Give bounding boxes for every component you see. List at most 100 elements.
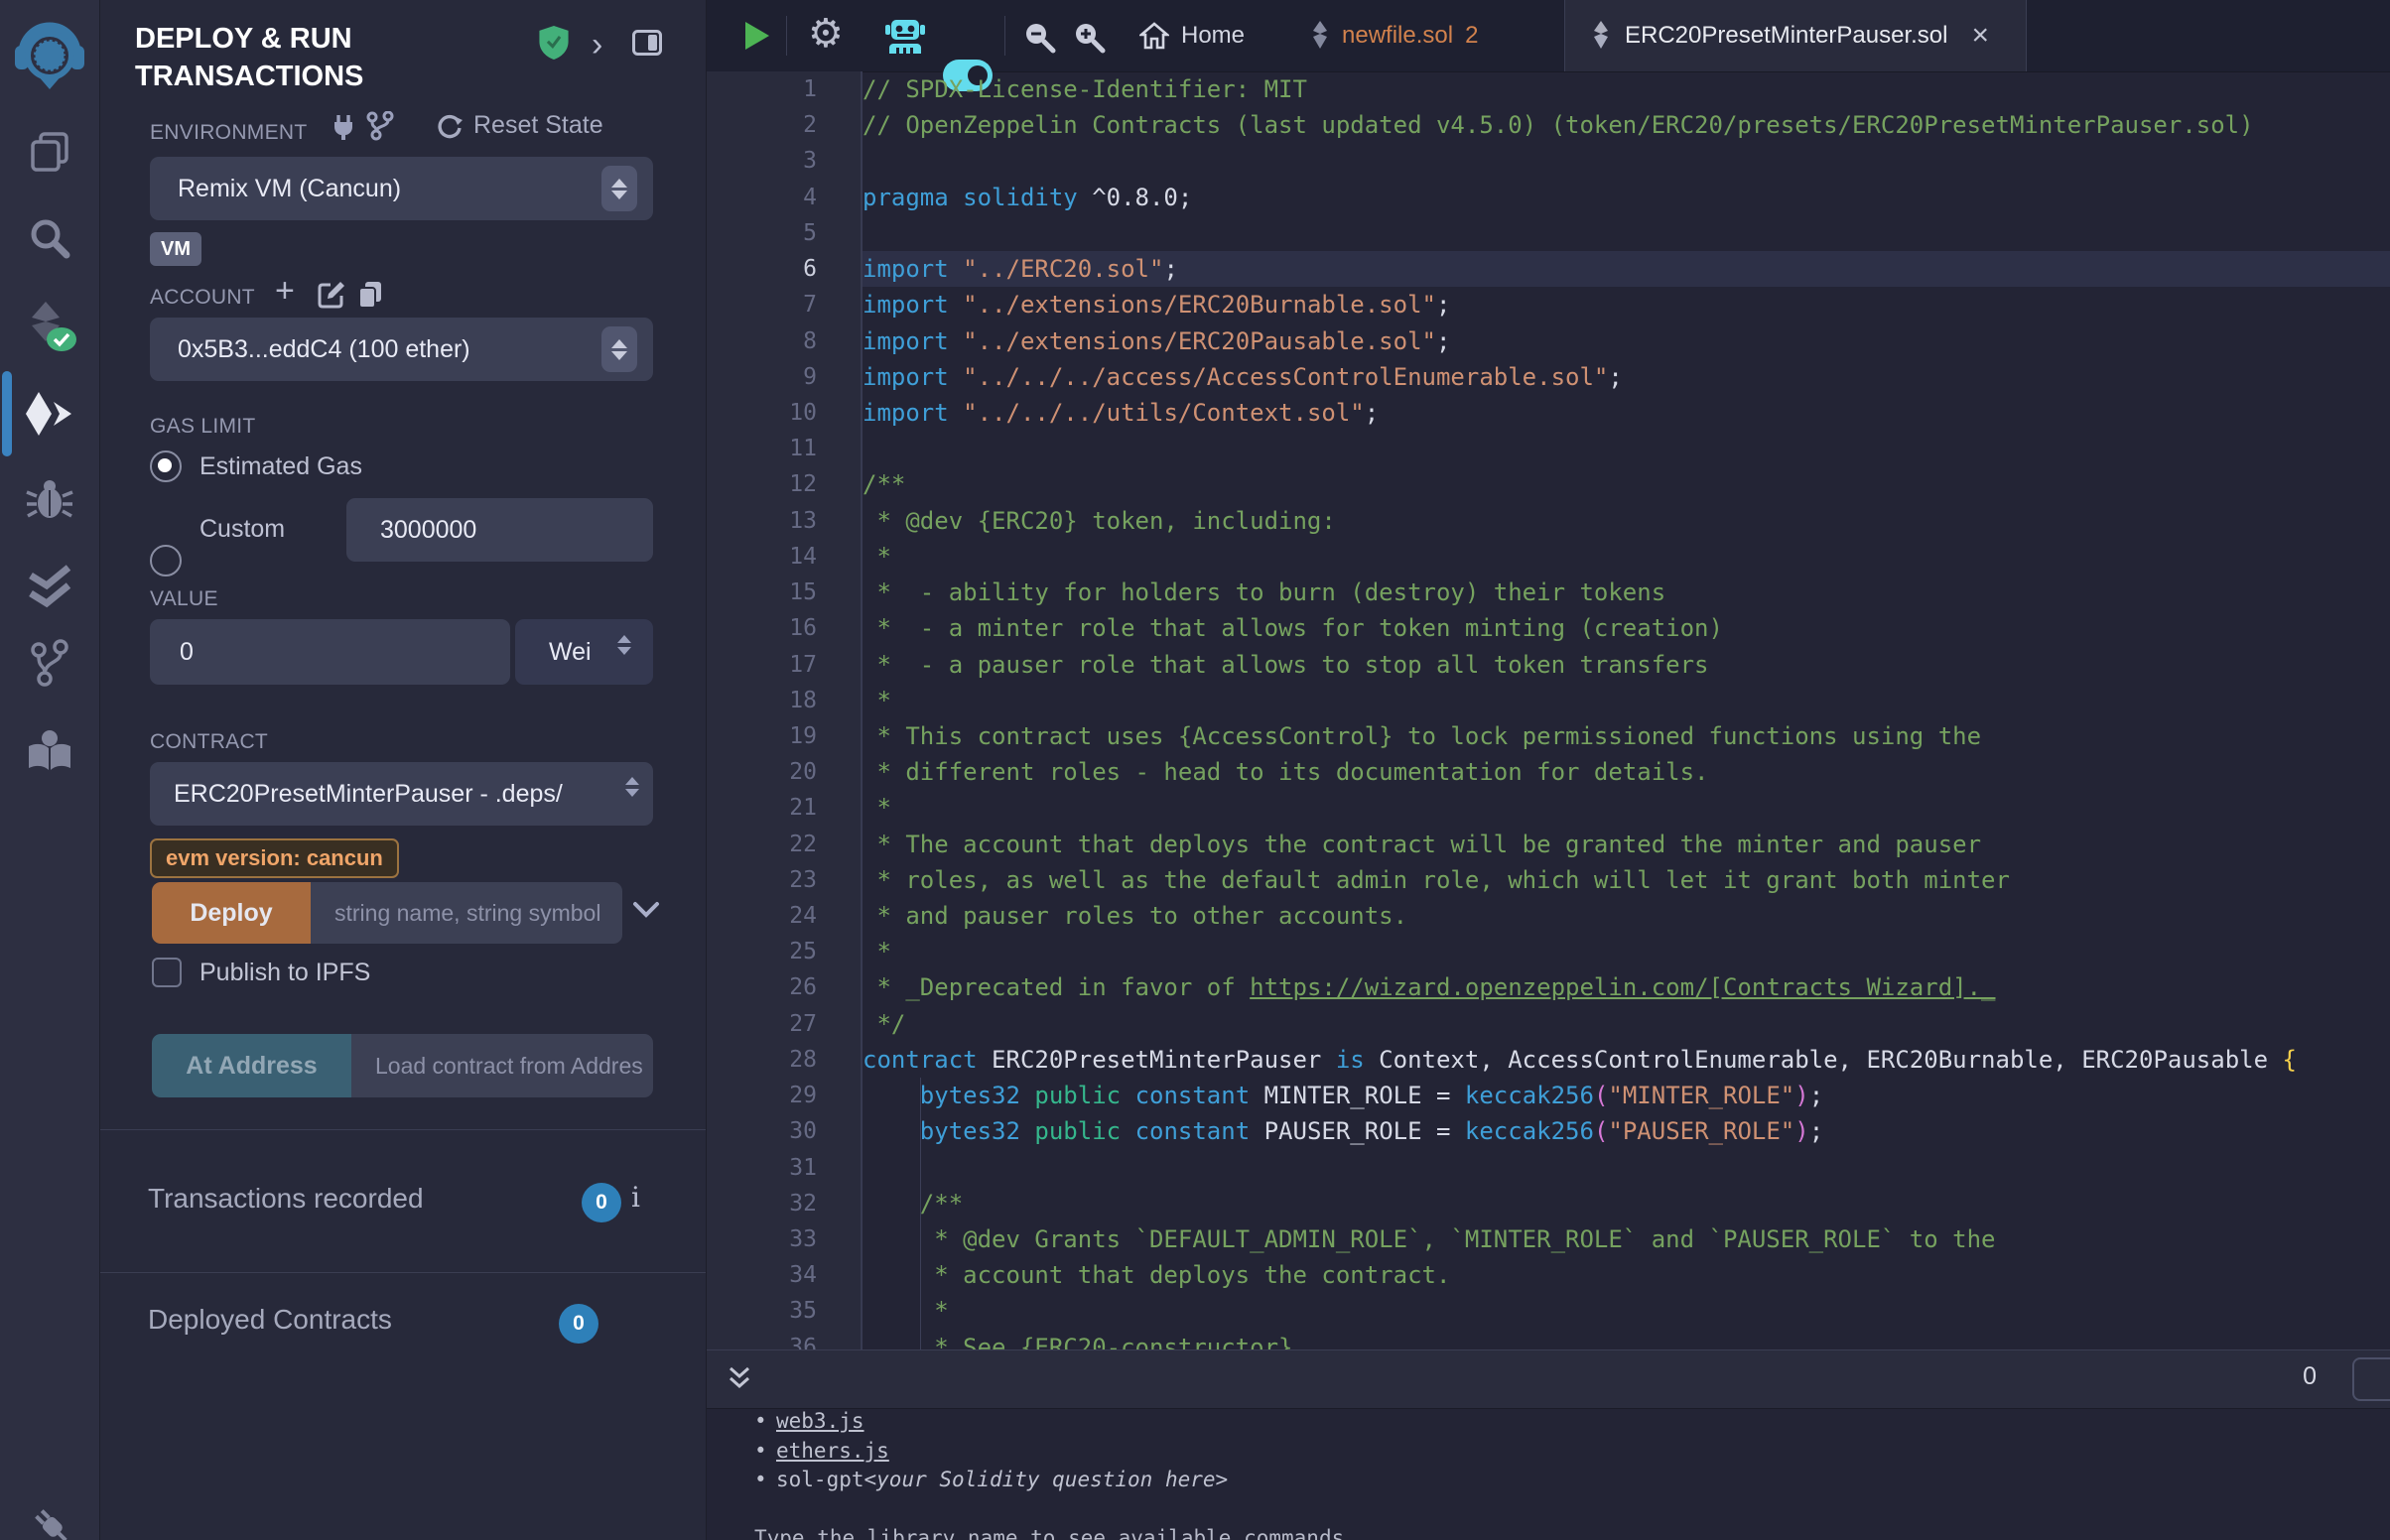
- code-line[interactable]: 30 bytes32 public constant PAUSER_ROLE =…: [707, 1113, 2390, 1149]
- code-line[interactable]: 5: [707, 215, 2390, 251]
- code-editor[interactable]: 1// SPDX-License-Identifier: MIT2// Open…: [707, 71, 2390, 1349]
- code-line[interactable]: 26 * _Deprecated in favor of https://wiz…: [707, 969, 2390, 1005]
- zoom-out-icon[interactable]: [1022, 20, 1056, 59]
- sidebar-item-search[interactable]: [0, 203, 99, 273]
- code-line[interactable]: 33 * @dev Grants `DEFAULT_ADMIN_ROLE`, `…: [707, 1221, 2390, 1257]
- environment-label: ENVIRONMENT: [150, 121, 307, 145]
- terminal-link[interactable]: web3.js: [776, 1407, 864, 1437]
- code-line[interactable]: 23 * roles, as well as the default admin…: [707, 862, 2390, 898]
- code-line[interactable]: 32 /**: [707, 1186, 2390, 1221]
- terminal-link[interactable]: ethers.js: [776, 1437, 889, 1467]
- line-content: pragma solidity ^0.8.0;: [863, 180, 2390, 215]
- code-line[interactable]: 24 * and pauser roles to other accounts.: [707, 898, 2390, 934]
- code-line[interactable]: 22 * The account that deploys the contra…: [707, 827, 2390, 862]
- add-account-icon[interactable]: +: [275, 272, 295, 311]
- close-tab-icon[interactable]: ×: [1971, 19, 1989, 53]
- custom-gas-label: Custom: [199, 515, 285, 544]
- code-line[interactable]: 7import "../extensions/ERC20Burnable.sol…: [707, 287, 2390, 322]
- code-line[interactable]: 10import "../../../utils/Context.sol";: [707, 395, 2390, 431]
- code-line[interactable]: 25 *: [707, 934, 2390, 969]
- code-line[interactable]: 12/**: [707, 466, 2390, 502]
- estimated-gas-radio[interactable]: [150, 450, 182, 482]
- reset-state-button[interactable]: Reset State: [436, 111, 603, 140]
- sidebar-item-deploy-and-run[interactable]: [0, 379, 99, 449]
- transactions-count-badge: 0: [582, 1183, 621, 1222]
- code-line[interactable]: 17 * - a pauser role that allows to stop…: [707, 647, 2390, 683]
- code-line[interactable]: 27 */: [707, 1006, 2390, 1042]
- line-number: 29: [707, 1078, 863, 1113]
- line-content: import "../extensions/ERC20Pausable.sol"…: [863, 323, 2390, 359]
- code-line[interactable]: 28contract ERC20PresetMinterPauser is Co…: [707, 1042, 2390, 1078]
- run-icon[interactable]: [743, 20, 771, 57]
- copy-account-icon[interactable]: [356, 280, 384, 315]
- code-line[interactable]: 8import "../extensions/ERC20Pausable.sol…: [707, 323, 2390, 359]
- sidebar-item-plugin-manager[interactable]: [0, 1504, 99, 1540]
- publish-ipfs-checkbox[interactable]: [152, 958, 182, 987]
- value-input[interactable]: [178, 637, 479, 668]
- code-line[interactable]: 35 *: [707, 1293, 2390, 1329]
- value-input-wrap[interactable]: [150, 619, 510, 685]
- edit-account-icon[interactable]: [317, 280, 346, 315]
- value-unit-select[interactable]: Wei: [515, 619, 653, 685]
- code-line[interactable]: 13 * @dev {ERC20} token, including:: [707, 503, 2390, 539]
- line-content: // OpenZeppelin Contracts (last updated …: [863, 107, 2390, 143]
- tab-newfile[interactable]: newfile.sol 2: [1292, 0, 1496, 71]
- sidebar-item-file-explorer[interactable]: [0, 117, 99, 187]
- line-content: * The account that deploys the contract …: [863, 827, 2390, 862]
- at-address-button[interactable]: At Address: [152, 1034, 351, 1097]
- sidebar-item-debugger[interactable]: [0, 464, 99, 534]
- fork-environment-icon[interactable]: [366, 111, 394, 146]
- code-line[interactable]: 34 * account that deploys the contract.: [707, 1257, 2390, 1293]
- deploy-button[interactable]: Deploy: [152, 882, 311, 944]
- code-line[interactable]: 20 * different roles - head to its docum…: [707, 754, 2390, 790]
- transactions-info-icon[interactable]: i: [631, 1181, 640, 1214]
- code-line[interactable]: 29 bytes32 public constant MINTER_ROLE =…: [707, 1078, 2390, 1113]
- custom-gas-value[interactable]: [378, 515, 630, 546]
- ai-assistant-icon[interactable]: [881, 12, 929, 64]
- collapse-panel-chevron[interactable]: ›: [592, 28, 602, 62]
- code-line[interactable]: 1// SPDX-License-Identifier: MIT: [707, 71, 2390, 107]
- sidebar-item-learneth[interactable]: [0, 716, 99, 786]
- select-stepper-icon: [601, 166, 637, 211]
- line-content: [863, 215, 2390, 251]
- code-line[interactable]: 9import "../../../access/AccessControlEn…: [707, 359, 2390, 395]
- zoom-in-icon[interactable]: [1072, 20, 1106, 59]
- account-select[interactable]: 0x5B3...eddC4 (100 ether): [150, 318, 653, 381]
- code-line[interactable]: 14 *: [707, 539, 2390, 575]
- code-line[interactable]: 11: [707, 431, 2390, 466]
- code-line[interactable]: 19 * This contract uses {AccessControl} …: [707, 718, 2390, 754]
- plug-environment-icon[interactable]: [331, 113, 356, 146]
- sidebar-item-git[interactable]: [0, 629, 99, 699]
- solidity-compiler-icon: [22, 300, 77, 355]
- remix-logo[interactable]: [0, 14, 99, 93]
- code-line[interactable]: 3: [707, 143, 2390, 179]
- code-line[interactable]: 36 * See {ERC20-constructor}.: [707, 1330, 2390, 1349]
- pin-panel-icon[interactable]: [632, 30, 662, 61]
- custom-gas-input[interactable]: [346, 498, 653, 562]
- code-line[interactable]: 31: [707, 1150, 2390, 1186]
- custom-gas-radio[interactable]: [150, 545, 182, 577]
- at-address-input[interactable]: [373, 1052, 645, 1081]
- line-content: *: [863, 790, 2390, 826]
- terminal-search-box[interactable]: [2352, 1357, 2390, 1401]
- code-line[interactable]: 2// OpenZeppelin Contracts (last updated…: [707, 107, 2390, 143]
- line-content: /**: [863, 1186, 2390, 1221]
- deploy-args-input[interactable]: [332, 899, 614, 928]
- contract-select[interactable]: ERC20PresetMinterPauser - .deps/: [150, 762, 653, 826]
- code-line[interactable]: 16 * - a minter role that allows for tok…: [707, 610, 2390, 646]
- tab-erc20presetminterpauser[interactable]: ERC20PresetMinterPauser.sol ×: [1564, 0, 2027, 71]
- code-line[interactable]: 6import "../ERC20.sol";: [707, 251, 2390, 287]
- tab-home[interactable]: Home: [1124, 0, 1261, 71]
- gas-limit-label: GAS LIMIT: [150, 415, 256, 439]
- line-number: 10: [707, 395, 863, 431]
- expand-terminal-icon[interactable]: [727, 1364, 752, 1399]
- expand-deploy-chevron-icon[interactable]: [632, 901, 660, 924]
- sidebar-item-solidity-compiler[interactable]: [0, 293, 99, 362]
- environment-select[interactable]: Remix VM (Cancun): [150, 157, 653, 220]
- code-line[interactable]: 18 *: [707, 683, 2390, 718]
- code-line[interactable]: 21 *: [707, 790, 2390, 826]
- line-number: 25: [707, 934, 863, 969]
- sidebar-item-unit-testing[interactable]: [0, 552, 99, 621]
- code-line[interactable]: 15 * - ability for holders to burn (dest…: [707, 575, 2390, 610]
- code-line[interactable]: 4pragma solidity ^0.8.0;: [707, 180, 2390, 215]
